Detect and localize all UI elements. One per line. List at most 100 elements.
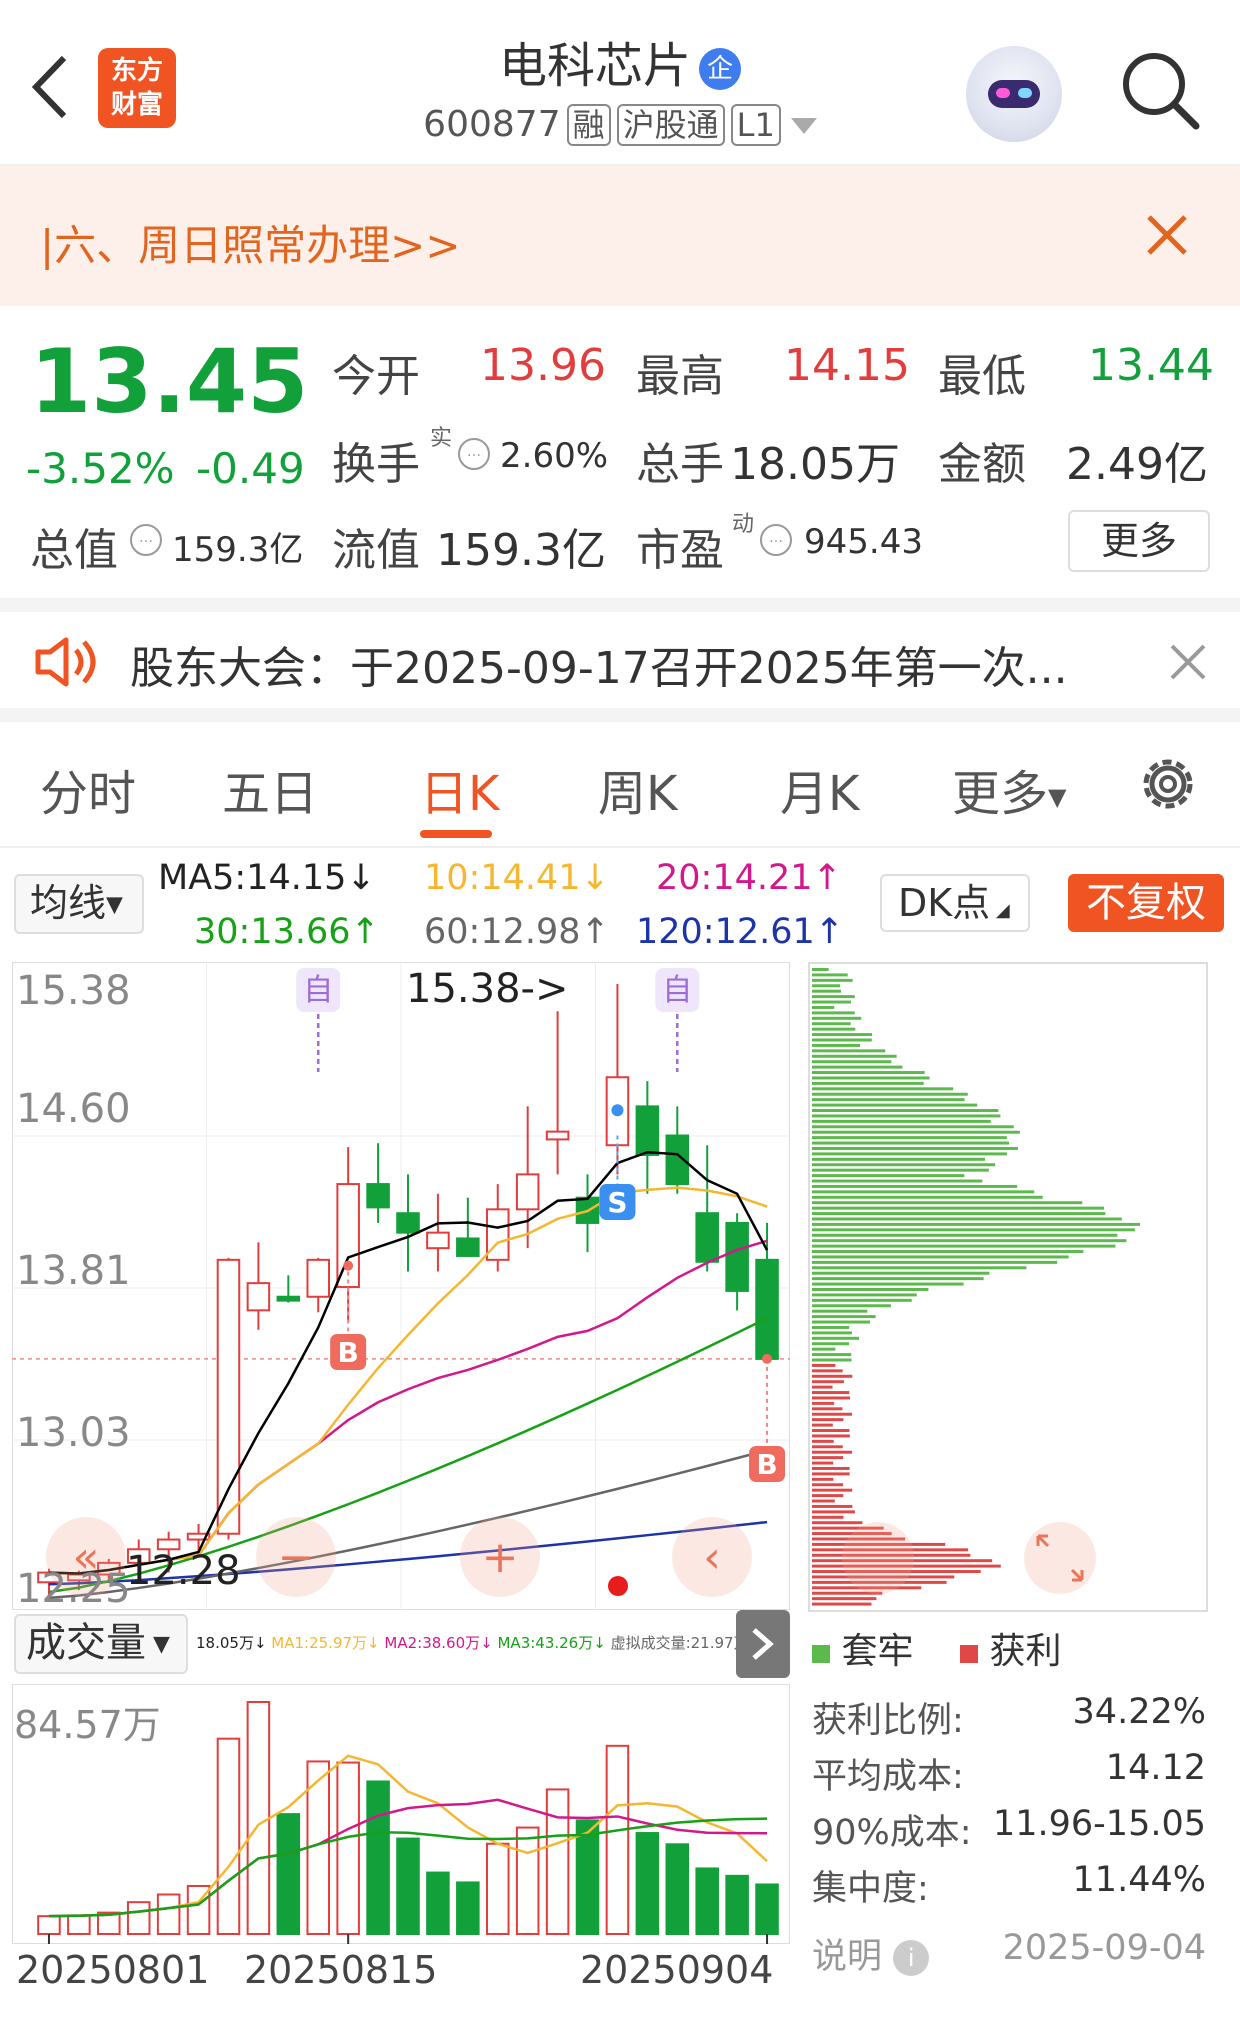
candle-body bbox=[366, 1183, 390, 1209]
chip-bar bbox=[812, 1483, 844, 1487]
dk-point-selector[interactable]: DK点 ◢ bbox=[880, 874, 1030, 932]
cost90-label: 90%成本: bbox=[812, 1813, 972, 1853]
tab-five-day[interactable]: 五日 bbox=[222, 754, 318, 824]
dropdown-caret-icon[interactable] bbox=[790, 118, 817, 134]
chip-bar bbox=[812, 1125, 1014, 1129]
zoom-out-glyph: − bbox=[278, 1532, 315, 1583]
volume-selector-label: 成交量 bbox=[26, 1620, 146, 1666]
chip-bar bbox=[812, 1239, 1127, 1243]
chip-bar bbox=[812, 1000, 851, 1004]
ma20-value: 20:14.21↑ bbox=[656, 858, 842, 898]
volume-bar bbox=[725, 1874, 749, 1935]
chip-bar bbox=[812, 1336, 860, 1340]
tab-intraday[interactable]: 分时 bbox=[40, 754, 136, 824]
chip-frame bbox=[808, 962, 1208, 1612]
volume-bar bbox=[67, 1914, 91, 1935]
promo-banner-text[interactable]: |六、周日照常办理>> bbox=[40, 212, 461, 273]
chip-bar bbox=[812, 1515, 844, 1519]
candle-body bbox=[396, 1212, 420, 1234]
banner-close-icon[interactable] bbox=[1146, 214, 1188, 256]
volume-info-row: 18.05万↓ MA1:25.97万↓ MA2:38.60万↓ MA3:43.2… bbox=[196, 1632, 749, 1653]
mktcap-info-icon[interactable]: … bbox=[130, 524, 162, 556]
chevron-right-icon bbox=[752, 1628, 774, 1660]
volume-bar bbox=[426, 1871, 450, 1935]
pe-info-icon[interactable]: … bbox=[760, 524, 792, 556]
chip-bar bbox=[812, 1244, 1116, 1248]
explain-link[interactable]: 说明 i bbox=[812, 1928, 930, 1979]
notice-close-icon[interactable] bbox=[1168, 642, 1208, 682]
promo-banner[interactable]: |六、周日照常办理>> bbox=[0, 166, 1240, 306]
mktcap-value: 159.3亿 bbox=[172, 530, 304, 570]
trapped-swatch bbox=[812, 1645, 830, 1663]
turnover-value: 2.60% bbox=[500, 436, 609, 476]
chip-bar bbox=[812, 973, 848, 977]
chip-bar bbox=[812, 1195, 1043, 1199]
marker-dot bbox=[343, 1260, 354, 1271]
chip-bar bbox=[812, 1510, 855, 1514]
chip-bar bbox=[812, 1146, 1018, 1150]
chip-bar bbox=[812, 1315, 876, 1319]
high-annotation: 15.38-> bbox=[406, 966, 569, 1012]
tab-weekly-k[interactable]: 周K bbox=[598, 754, 677, 824]
gear-icon[interactable] bbox=[1136, 752, 1200, 816]
expand-panel-button[interactable] bbox=[736, 1610, 790, 1678]
legend-trapped-label: 套牢 bbox=[841, 1631, 914, 1672]
chip-bar bbox=[812, 1358, 852, 1362]
marker-dot bbox=[611, 1104, 624, 1117]
ma5-value: MA5:14.15↓ bbox=[158, 858, 376, 898]
adjust-selector-button[interactable]: 不复权 bbox=[1068, 874, 1224, 932]
tab-daily-k[interactable]: 日K bbox=[420, 754, 499, 824]
candle-body bbox=[456, 1237, 480, 1257]
tab-monthly-k[interactable]: 月K bbox=[780, 754, 859, 824]
assistant-robot-icon[interactable] bbox=[966, 46, 1062, 142]
candle-body bbox=[246, 1282, 271, 1312]
top-header: 东方 财富 电科芯片企 600877 融沪股通 L1 bbox=[0, 0, 1240, 166]
chip-distribution-chart bbox=[808, 962, 1208, 1612]
volume-indicator-selector[interactable]: 成交量 ▼ bbox=[14, 1614, 188, 1674]
change-amount: -0.49 bbox=[196, 444, 305, 493]
ma60-value: 60:12.98↑ bbox=[424, 912, 610, 952]
cost90-value: 11.96-15.05 bbox=[992, 1804, 1206, 1844]
chip-bar bbox=[812, 1271, 990, 1275]
chip-bar bbox=[812, 1016, 862, 1020]
marker-zi: 自 bbox=[662, 973, 692, 1008]
last-price: 13.45 bbox=[30, 330, 309, 433]
turnover-info-icon[interactable]: … bbox=[458, 438, 490, 470]
info-icon: i bbox=[893, 1940, 930, 1976]
volume-bar bbox=[396, 1837, 420, 1935]
concentration-label: 集中度: bbox=[812, 1869, 929, 1909]
zoom-in-glyph: + bbox=[482, 1532, 519, 1583]
volume-label: 总手 bbox=[636, 439, 724, 490]
candle-body bbox=[216, 1258, 241, 1535]
chip-bar bbox=[812, 1412, 852, 1416]
chip-bar bbox=[812, 1488, 853, 1492]
volume-bar bbox=[366, 1780, 390, 1935]
search-icon[interactable] bbox=[1118, 48, 1202, 132]
chip-bar bbox=[812, 1098, 965, 1102]
marker-dot bbox=[762, 1353, 773, 1364]
divider bbox=[0, 598, 1240, 612]
amount-label: 金额 bbox=[938, 439, 1026, 490]
notice-text[interactable]: 股东大会：于2025-09-17召开2025年第一次... bbox=[130, 632, 1068, 696]
chip-bar bbox=[812, 1320, 871, 1324]
chip-bar bbox=[812, 1293, 917, 1297]
legend-trapped: 套牢 bbox=[812, 1622, 913, 1674]
more-quote-button[interactable]: 更多 bbox=[1068, 510, 1210, 572]
date-label-2: 20250815 bbox=[244, 1948, 438, 1992]
chip-bar bbox=[812, 1396, 851, 1400]
chip-bar bbox=[812, 1228, 1135, 1232]
vol-virtual: 虚拟成交量:21.97万 bbox=[610, 1634, 749, 1652]
chip-bar bbox=[812, 995, 855, 999]
stock-name: 电科芯片 bbox=[498, 38, 691, 94]
chip-bar bbox=[812, 1597, 877, 1601]
chip-next-icon bbox=[842, 1522, 914, 1594]
date-label-3: 20250904 bbox=[580, 1948, 774, 1992]
red-dot bbox=[608, 1576, 628, 1596]
ma-selector[interactable]: 均线▼ bbox=[14, 874, 144, 934]
tab-more[interactable]: 更多▼ bbox=[952, 754, 1066, 824]
legend-profit: 获利 bbox=[960, 1622, 1061, 1674]
volume-bar bbox=[276, 1813, 301, 1935]
vol-ma3: MA3:43.26万↓ bbox=[497, 1634, 606, 1652]
chip-bar bbox=[812, 1038, 872, 1042]
pe-value: 945.43 bbox=[804, 522, 923, 562]
